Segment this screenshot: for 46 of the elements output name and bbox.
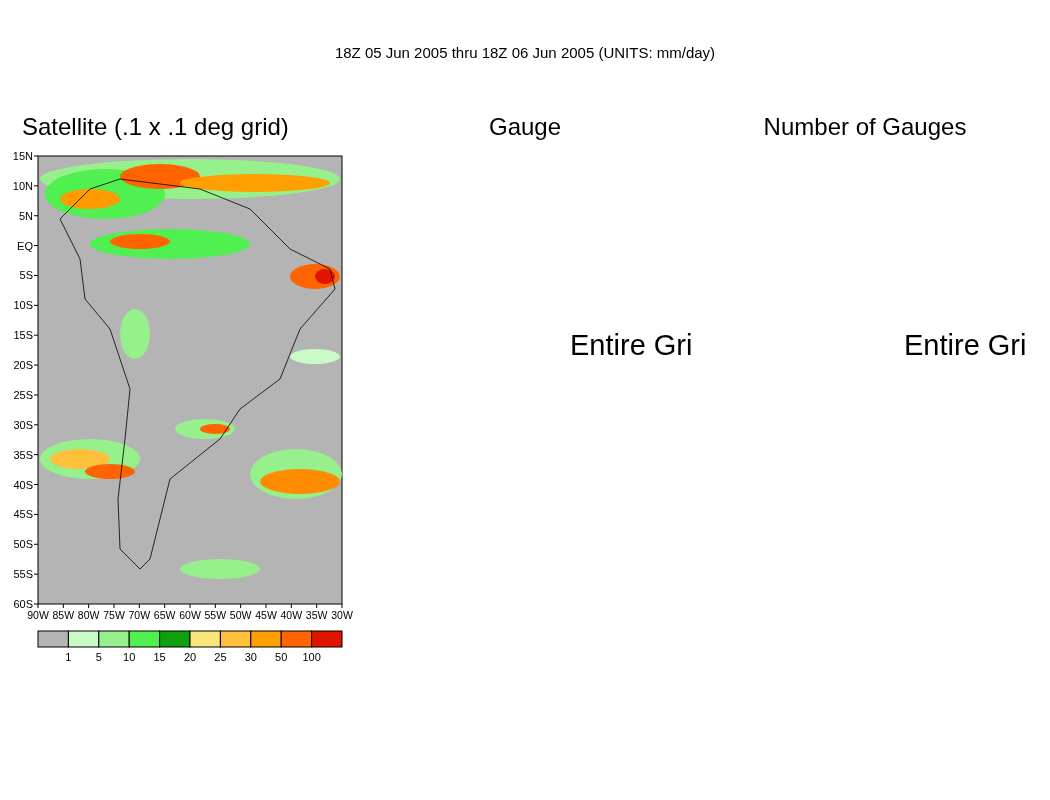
latitude-label: 60S: [13, 598, 33, 610]
latitude-label: 5N: [18, 209, 33, 222]
latitude-label: 20S: [13, 359, 33, 372]
legend-label: 30: [244, 651, 257, 663]
longitude-label: 80W: [77, 609, 100, 621]
latitude-label: 15S: [13, 329, 33, 342]
latitude-label: 10N: [12, 179, 33, 192]
panel-message: Entire Gri: [904, 329, 1027, 361]
latitude-label: 15N: [12, 150, 33, 162]
legend-label: 100: [302, 651, 321, 663]
longitude-label: 55W: [204, 609, 227, 621]
latitude-label: 5S: [19, 269, 33, 282]
latitude-label: 45S: [13, 508, 33, 521]
legend-label: 15: [153, 651, 166, 663]
legend-label: 1: [65, 651, 72, 663]
latitude-label: 10S: [13, 299, 33, 312]
legend-label: 5: [95, 651, 102, 663]
legend-label: 50: [275, 651, 288, 663]
longitude-label: 70W: [128, 609, 151, 621]
longitude-label: 40W: [280, 609, 303, 621]
panel-title: Number of Gauges: [763, 113, 967, 140]
longitude-label: 75W: [103, 609, 125, 621]
latitude-label: 40S: [13, 478, 33, 491]
longitude-label: 35W: [305, 609, 328, 621]
legend-label: 20: [183, 651, 197, 663]
longitude-label: 60W: [179, 609, 201, 621]
latitude-label: 55S: [13, 568, 33, 581]
rain-patch: [120, 309, 150, 359]
longitude-label: 45W: [255, 609, 277, 621]
longitude-label: 50W: [229, 609, 252, 621]
longitude-label: 30W: [331, 609, 353, 621]
panel-title: Gauge: [488, 113, 562, 140]
panel-title: Satellite (.1 x .1 deg grid): [22, 113, 289, 140]
legend-label: 10: [123, 651, 136, 663]
longitude-label: 85W: [52, 609, 75, 621]
latitude-label: 50S: [13, 538, 33, 551]
latitude-label: 30S: [13, 418, 33, 431]
legend-label: 25: [214, 651, 227, 663]
latitude-label: 25S: [13, 388, 33, 401]
longitude-label: 90W: [27, 609, 49, 621]
panel-message: Entire Gri: [570, 329, 693, 361]
rain-patch: [290, 349, 340, 364]
latitude-label: EQ: [17, 239, 33, 252]
longitude-label: 65W: [153, 609, 176, 621]
chart-header: 18Z 05 Jun 2005 thru 18Z 06 Jun 2005 (UNITS: mm/day): [334, 44, 716, 61]
latitude-label: 35S: [13, 448, 33, 461]
